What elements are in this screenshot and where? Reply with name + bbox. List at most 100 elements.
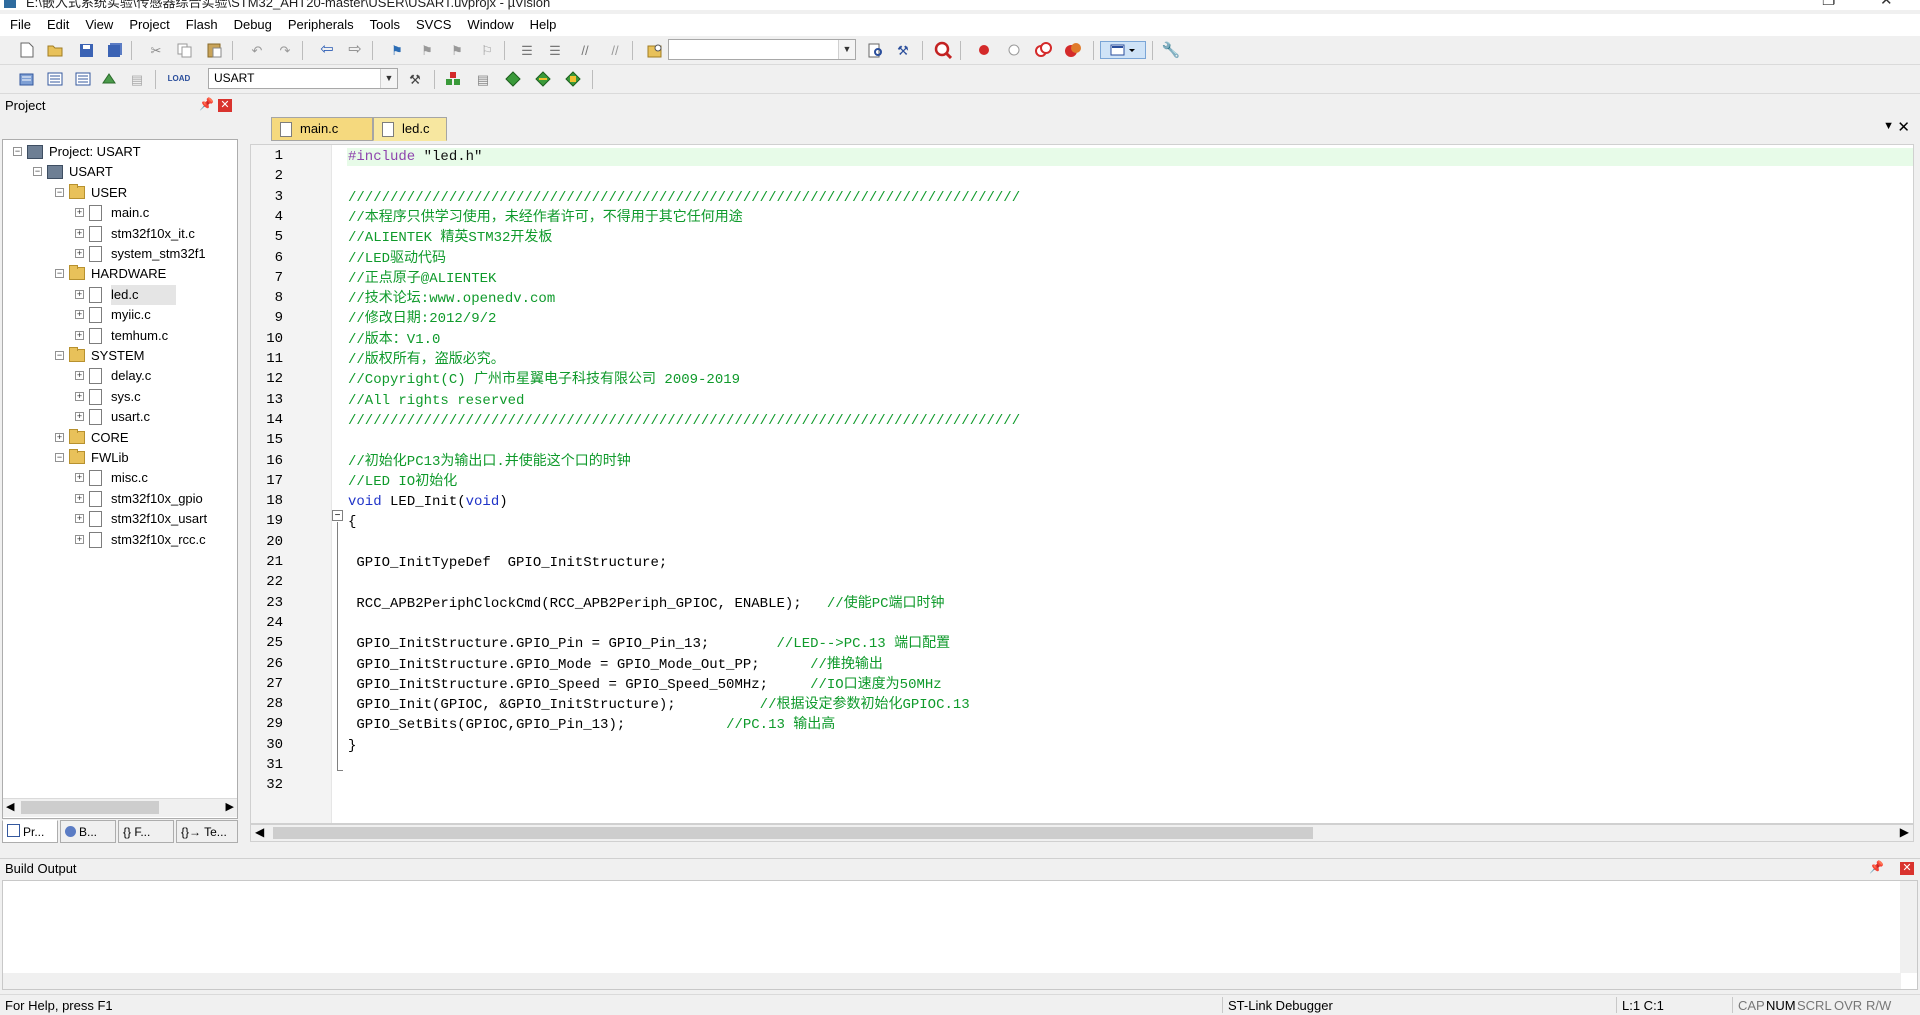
menu-svcs[interactable]: SVCS [408,14,459,36]
scroll-thumb[interactable] [21,801,159,814]
find-in-files-icon[interactable] [646,41,664,59]
expand-icon[interactable]: + [75,289,84,299]
cut-icon[interactable]: ✂ [147,41,165,59]
menu-window[interactable]: Window [459,14,521,36]
expand-icon[interactable]: + [75,310,84,320]
menu-project[interactable]: Project [121,14,177,36]
tree-item[interactable]: + stm32f10x_usart [3,509,237,529]
uncomment-icon[interactable]: // [606,41,624,59]
debug-session-icon[interactable] [934,41,952,59]
file-extensions-icon[interactable]: ▤ [474,70,492,88]
tree-item[interactable]: + main.c [3,203,237,223]
nav-forward-icon[interactable]: ⇨ [346,41,364,59]
menu-file[interactable]: File [0,14,39,36]
menu-tools[interactable]: Tools [362,14,408,36]
comment-icon[interactable]: // [576,41,594,59]
close-window-icon[interactable]: ✕ [1880,0,1893,9]
expand-icon[interactable]: + [55,432,64,442]
collapse-icon[interactable]: − [13,147,22,156]
expand-icon[interactable]: + [75,228,84,238]
find-combo[interactable]: ▼ [668,39,856,60]
rebuild-icon[interactable] [74,70,92,88]
tree-item[interactable]: + CORE [3,428,237,448]
tree-item[interactable]: + misc.c [3,468,237,488]
expand-icon[interactable]: + [75,412,84,422]
open-icon[interactable] [46,41,64,59]
batch-build-icon[interactable] [100,70,118,88]
find-combo-dropdown-icon[interactable]: ▼ [838,40,855,59]
tree-item[interactable]: − USER [3,183,237,203]
tree-item[interactable]: + stm32f10x_it.c [3,224,237,244]
editor-scrollbar[interactable]: ◀ ▶ [250,824,1914,842]
expand-icon[interactable]: + [75,208,84,218]
expand-icon[interactable]: + [75,514,84,524]
stop-build-icon[interactable]: ▤ [128,70,146,88]
save-icon[interactable] [77,41,95,59]
build-output-hscroll[interactable] [3,973,1901,989]
undo-icon[interactable]: ↶ [248,41,266,59]
tab-project[interactable]: Pr... [2,820,58,843]
browse-icon[interactable]: ⚒ [894,41,912,59]
translate-icon[interactable] [18,70,36,88]
expand-icon[interactable]: + [75,249,84,258]
tab-main-c[interactable]: main.c [271,117,373,141]
tree-item[interactable]: − HARDWARE [3,264,237,284]
disable-all-breakpoints-icon[interactable] [1034,41,1052,59]
menu-debug[interactable]: Debug [226,14,280,36]
bookmark-icon[interactable]: ⚑ [388,41,406,59]
build-output-vscroll[interactable] [1900,881,1917,973]
close-pane-icon[interactable]: ✕ [1900,862,1914,875]
tab-list-dropdown-icon[interactable]: ▼ [1883,120,1894,132]
tab-functions[interactable]: {} F... [118,820,174,843]
tree-item[interactable]: + stm32f10x_gpio [3,489,237,509]
tab-templates[interactable]: {}→ Te... [176,820,238,843]
collapse-icon[interactable]: − [55,453,64,462]
tree-item[interactable]: + stm32f10x_rcc.c [3,530,237,550]
collapse-icon[interactable]: − [55,187,64,197]
kill-breakpoints-icon[interactable] [1064,41,1082,59]
select-packs-icon[interactable] [534,70,552,88]
scroll-right-icon[interactable]: ▶ [1900,825,1909,839]
pin-icon[interactable]: 📌 [1869,860,1884,874]
scroll-left-icon[interactable]: ◀ [6,800,14,813]
pin-icon[interactable]: 📌 [199,97,214,111]
menu-help[interactable]: Help [522,14,565,36]
tree-item[interactable]: + sys.c [3,387,237,407]
close-pane-icon[interactable]: ✕ [218,99,232,112]
breakpoint-icon[interactable] [975,41,993,59]
scroll-thumb[interactable] [273,827,1313,839]
new-file-icon[interactable] [18,41,36,59]
target-options-icon[interactable]: ⚒ [406,70,424,88]
incremental-find-icon[interactable] [866,41,884,59]
collapse-icon[interactable]: − [33,167,42,177]
restore-icon[interactable]: ❐ [1822,0,1835,9]
next-bookmark-icon[interactable]: ⚑ [448,41,466,59]
project-tree-scrollbar[interactable]: ◀ ▶ [3,798,237,817]
tree-item[interactable]: − SYSTEM [3,346,237,366]
menu-view[interactable]: View [77,14,121,36]
target-dropdown-icon[interactable]: ▼ [380,69,397,88]
manage-rte-icon[interactable] [564,70,582,88]
tree-item[interactable]: + usart.c [3,407,237,427]
collapse-icon[interactable]: − [55,269,64,279]
clear-bookmarks-icon[interactable]: ⚐ [478,41,496,59]
manage-components-icon[interactable] [444,70,462,88]
expand-icon[interactable]: + [75,534,84,544]
build-output-text[interactable] [2,880,1918,990]
expand-icon[interactable]: + [75,473,84,483]
expand-icon[interactable]: + [75,391,84,401]
indent-icon[interactable]: ☰ [518,41,536,59]
redo-icon[interactable]: ↷ [276,41,294,59]
tree-item[interactable]: − Project: USART [3,142,237,162]
scroll-left-icon[interactable]: ◀ [255,825,264,839]
menu-flash[interactable]: Flash [178,14,226,36]
download-icon[interactable]: LOAD [168,70,191,88]
expand-icon[interactable]: + [75,371,84,381]
fold-collapse-icon[interactable]: − [332,510,343,521]
configure-icon[interactable]: 🔧 [1162,41,1181,59]
tab-led-c[interactable]: led.c [373,117,447,141]
tree-item[interactable]: + temhum.c [3,326,237,346]
menu-peripherals[interactable]: Peripherals [280,14,362,36]
tree-item[interactable]: + system_stm32f1 [3,244,237,264]
menu-edit[interactable]: Edit [39,14,77,36]
